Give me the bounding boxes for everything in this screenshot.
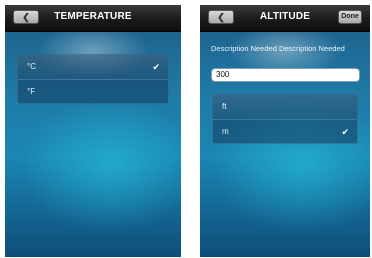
list-item-meters[interactable]: m ✔ (213, 119, 357, 143)
list-item-fahrenheit[interactable]: °F (18, 79, 168, 103)
altitude-input[interactable]: 300 (211, 68, 360, 82)
checkmark-icon: ✔ (341, 127, 349, 137)
unit-list: °C ✔ °F (17, 54, 169, 104)
list-item-feet[interactable]: ft (213, 95, 357, 119)
list-item-label: °C (27, 62, 36, 71)
nav-bar: ❮ ALTITUDE Done (200, 5, 370, 32)
page-title: TEMPERATURE (54, 11, 132, 22)
list-item-label: °F (27, 87, 36, 96)
nav-bar: ❮ TEMPERATURE (5, 5, 181, 32)
list-item-label: ft (222, 102, 227, 111)
list-item-label: m (222, 127, 229, 136)
altitude-screen: ❮ ALTITUDE Done Description Needed Descr… (200, 5, 370, 257)
checkmark-icon: ✔ (152, 62, 160, 72)
description-text: Description Needed Description Needed (211, 44, 345, 53)
unit-list: ft m ✔ (212, 94, 358, 144)
temperature-screen: ❮ TEMPERATURE °C ✔ °F (5, 5, 181, 257)
done-button[interactable]: Done (338, 10, 362, 24)
list-item-celsius[interactable]: °C ✔ (18, 55, 168, 79)
